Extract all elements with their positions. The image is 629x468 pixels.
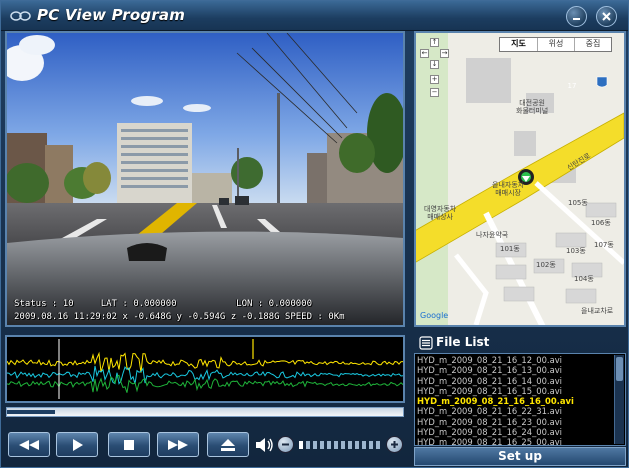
g-sensor-graph	[5, 335, 405, 403]
map-label-103: 103동	[566, 247, 586, 255]
file-list[interactable]: HYD_m_2009_08_21_16_12_00.avi HYD_m_2009…	[414, 353, 626, 446]
volume-tick	[376, 441, 380, 449]
map-pan-left-button[interactable]: ←	[420, 49, 429, 58]
volume-up-button[interactable]	[386, 436, 403, 453]
map-tab-satellite[interactable]: 위성	[537, 38, 574, 51]
map-pan-down-button[interactable]: ↓	[430, 60, 439, 69]
map-label-104: 104동	[574, 275, 594, 283]
volume-down-button[interactable]	[277, 436, 294, 453]
file-list-title: File List	[436, 335, 490, 349]
map-label-park: 대전공원 화물터미널	[516, 99, 549, 115]
route-badge-label: 17	[567, 82, 577, 90]
map-label-102: 102동	[536, 261, 556, 269]
g-sensor-waveform	[7, 339, 403, 399]
dashcam-video-frame	[7, 33, 403, 325]
close-button[interactable]	[596, 6, 617, 27]
app-logo-icon	[10, 11, 31, 21]
volume-tick	[306, 441, 310, 449]
list-icon	[419, 336, 433, 350]
play-icon	[73, 438, 83, 451]
minus-icon	[282, 443, 289, 446]
file-list-item[interactable]: HYD_m_2009_08_21_16_13_00.avi	[417, 365, 613, 375]
minimize-icon	[573, 18, 580, 20]
fast-forward-button[interactable]	[157, 432, 199, 457]
fast-forward-icon	[168, 439, 188, 450]
title-bar[interactable]: PC View Program	[1, 1, 628, 31]
graph-series-y	[7, 365, 403, 385]
map-label-hub: 을내자동차 매매시장	[492, 181, 525, 197]
map-pan-up-button[interactable]: ↑	[430, 38, 439, 47]
map-pan-right-button[interactable]: →	[440, 49, 449, 58]
map-label-101: 101동	[500, 245, 520, 253]
scrollbar-thumb[interactable]	[616, 357, 623, 381]
file-list-item[interactable]: HYD_m_2009_08_21_16_22_31.avi	[417, 406, 613, 416]
map-zoom-out-button[interactable]: −	[430, 88, 439, 97]
volume-slider[interactable]	[297, 438, 383, 452]
file-list-header: File List	[414, 333, 626, 353]
speaker-icon[interactable]	[255, 437, 275, 453]
file-list-item[interactable]: HYD_m_2009_08_21_16_24_00.avi	[417, 427, 613, 437]
close-icon	[602, 12, 611, 21]
map-label-junction: 을내교차로	[581, 307, 614, 315]
setup-button[interactable]: Set up	[414, 447, 626, 466]
file-list-item[interactable]: HYD_m_2009_08_21_16_25_00.avi	[417, 437, 613, 445]
playback-progress-bar[interactable]	[6, 407, 404, 417]
volume-tick	[362, 441, 366, 449]
rewind-icon	[19, 439, 39, 450]
svg-text:Google: Google	[420, 311, 448, 320]
osd-sensor-line: 2009.08.16 11:29:02 x -0.648G y -0.594G …	[14, 312, 345, 322]
map-road-shield	[596, 76, 608, 88]
minimize-button[interactable]	[566, 6, 587, 27]
file-list-item[interactable]: HYD_m_2009_08_21_16_15_00.avi	[417, 386, 613, 396]
map-label-clinic: 나자윤약국	[476, 231, 509, 239]
volume-tick	[348, 441, 352, 449]
file-list-item[interactable]: HYD_m_2009_08_21_16_14_00.avi	[417, 376, 613, 386]
map-zoom-in-button[interactable]: +	[430, 75, 439, 84]
file-list-scrollbar[interactable]	[614, 355, 624, 444]
file-list-item[interactable]: HYD_m_2009_08_21_16_23_00.avi	[417, 417, 613, 427]
map-label-107: 107동	[594, 241, 614, 249]
volume-ticks	[299, 441, 380, 449]
app-window: PC View Program Status: 10 LAT: 0.0000…	[0, 0, 629, 468]
volume-tick	[327, 441, 331, 449]
eject-icon	[221, 438, 235, 451]
window-title: PC View Program	[37, 6, 186, 24]
file-list-item[interactable]: HYD_m_2009_08_21_16_16_00.avi	[417, 396, 613, 406]
map-panel[interactable]: Google 지도 위성 중집 ↑ ← → ↓ + − 17 대전공원 화물터미…	[414, 31, 626, 327]
eject-button[interactable]	[207, 432, 249, 457]
file-list-item[interactable]: HYD_m_2009_08_21_16_12_00.avi	[417, 355, 613, 365]
video-viewer[interactable]: Status : 10 LAT : 0.000000 LON : 0.00000…	[5, 31, 405, 327]
playback-progress-fill	[7, 410, 55, 414]
volume-tick	[355, 441, 359, 449]
volume-tick	[369, 441, 373, 449]
volume-tick	[299, 441, 303, 449]
volume-tick	[320, 441, 324, 449]
file-list-rows: HYD_m_2009_08_21_16_12_00.avi HYD_m_2009…	[417, 355, 613, 445]
map-label-105: 105동	[568, 199, 588, 207]
map-type-tabs: 지도 위성 중집	[499, 37, 612, 52]
plus-icon	[391, 441, 398, 448]
map-tab-hybrid[interactable]: 중집	[574, 38, 611, 51]
volume-tick	[341, 441, 345, 449]
stop-button[interactable]	[108, 432, 150, 457]
map-label-shop: 대영자동차 매매상사	[424, 205, 457, 221]
map-label-106: 106동	[591, 219, 611, 227]
play-button[interactable]	[56, 432, 98, 457]
osd-status-line: Status : 10 LAT : 0.000000 LON : 0.00000…	[14, 299, 313, 309]
volume-tick	[334, 441, 338, 449]
rewind-button[interactable]	[8, 432, 50, 457]
graph-series-x	[7, 351, 403, 373]
volume-tick	[313, 441, 317, 449]
map-tab-map[interactable]: 지도	[500, 38, 537, 51]
stop-icon	[124, 439, 134, 450]
graph-series-z	[7, 374, 403, 393]
